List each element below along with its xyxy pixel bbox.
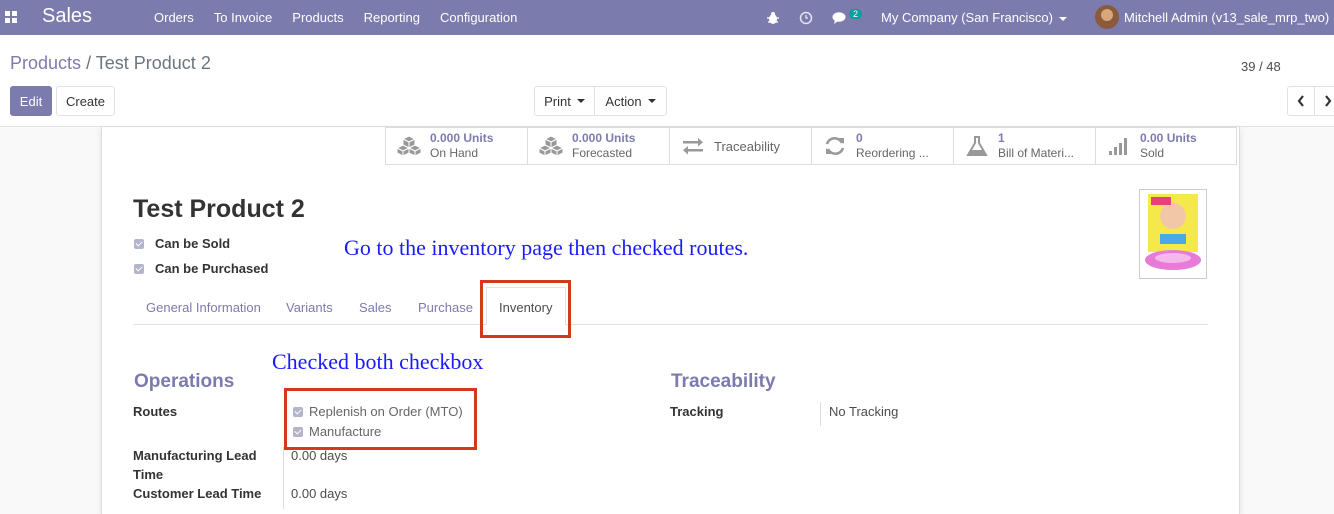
tab-variants[interactable]: Variants [286, 300, 333, 315]
app-name[interactable]: Sales [42, 5, 92, 28]
action-button[interactable]: Action [594, 86, 667, 116]
main-menu: Orders To Invoice Products Reporting Con… [154, 10, 537, 25]
forecasted-button[interactable]: 0.000 Units Forecasted [527, 128, 669, 165]
field-divider [283, 447, 284, 509]
tab-general-information[interactable]: General Information [146, 300, 261, 315]
product-image[interactable] [1139, 189, 1207, 279]
reordering-button[interactable]: 0 Reordering ... [811, 128, 953, 165]
reordering-value: 0 [856, 131, 863, 145]
sold-button[interactable]: 0.00 Units Sold [1095, 128, 1237, 165]
pager-value[interactable]: 39 / 48 [1241, 59, 1281, 74]
control-panel: Products / Test Product 2 [0, 35, 1334, 127]
cubes-icon [396, 135, 422, 157]
can-be-sold-checkbox[interactable] [134, 238, 144, 249]
clock-icon[interactable] [799, 0, 813, 35]
customer-lead-time-value[interactable]: 0.00 days [291, 486, 347, 501]
highlight-box-routes [284, 388, 477, 450]
pager-previous-button[interactable] [1287, 86, 1315, 116]
on-hand-label: On Hand [430, 146, 479, 160]
breadcrumb-separator: / [86, 53, 92, 73]
company-switcher[interactable]: My Company (San Francisco) [881, 10, 1067, 25]
cubes-icon [538, 135, 564, 157]
menu-reporting[interactable]: Reporting [364, 10, 420, 25]
menu-to-invoice[interactable]: To Invoice [214, 10, 273, 25]
apps-grid-icon[interactable] [5, 11, 17, 23]
manufacturing-lead-time-label: Manufacturing Lead Time [133, 448, 257, 482]
tab-sales[interactable]: Sales [359, 300, 392, 315]
breadcrumb: Products / Test Product 2 [10, 53, 211, 74]
company-name: My Company (San Francisco) [881, 10, 1053, 25]
manufacturing-lead-time-value[interactable]: 0.00 days [291, 448, 347, 463]
on-hand-button[interactable]: 0.000 Units On Hand [385, 128, 527, 165]
traceability-title: Traceability [671, 371, 776, 392]
sold-label: Sold [1140, 146, 1165, 160]
sold-value: 0.00 Units [1140, 131, 1197, 145]
chevron-right-icon [1325, 95, 1332, 107]
messages-badge: 2 [849, 8, 863, 19]
avatar[interactable] [1095, 5, 1119, 29]
traceability-label: Traceability [714, 138, 780, 154]
bug-icon[interactable] [766, 0, 780, 35]
field-divider [820, 402, 821, 426]
top-navbar: Sales Orders To Invoice Products Reporti… [0, 0, 1334, 35]
can-be-purchased-checkbox[interactable] [134, 263, 144, 274]
can-be-sold-row: Can be Sold [134, 236, 230, 251]
highlight-box-inventory-tab [480, 280, 571, 338]
chevron-down-icon [576, 99, 585, 103]
traceability-button[interactable]: Traceability [669, 128, 811, 165]
operations-title: Operations [134, 371, 235, 392]
can-be-purchased-row: Can be Purchased [134, 261, 268, 276]
reordering-label: Reordering ... [856, 146, 929, 160]
print-button[interactable]: Print [534, 86, 595, 116]
pager-next-button[interactable] [1314, 86, 1334, 116]
bom-label: Bill of Materi... [998, 146, 1075, 160]
chevron-down-icon [647, 99, 656, 103]
breadcrumb-parent[interactable]: Products [10, 53, 81, 73]
signal-icon [1109, 138, 1127, 155]
menu-configuration[interactable]: Configuration [440, 10, 517, 25]
tracking-label: Tracking [670, 404, 724, 419]
tab-purchase[interactable]: Purchase [418, 300, 473, 315]
chat-icon[interactable]: 2 [832, 0, 863, 35]
menu-orders[interactable]: Orders [154, 10, 194, 25]
tracking-value[interactable]: No Tracking [829, 404, 898, 419]
forecasted-value: 0.000 Units [572, 131, 636, 145]
annotation-inventory-note: Go to the inventory page then checked ro… [344, 235, 749, 260]
forecasted-label: Forecasted [572, 146, 633, 160]
product-photo [1145, 194, 1201, 270]
product-name[interactable]: Test Product 2 [133, 195, 305, 224]
flask-icon [966, 136, 988, 156]
tab-underline [133, 324, 1208, 325]
edit-button[interactable]: Edit [10, 86, 52, 116]
chevron-left-icon [1297, 95, 1304, 107]
user-name[interactable]: Mitchell Admin (v13_sale_mrp_two) [1124, 10, 1329, 25]
chevron-down-icon [1058, 16, 1067, 21]
annotation-checkbox-note: Checked both checkbox [272, 349, 484, 374]
can-be-purchased-label: Can be Purchased [155, 261, 269, 276]
exchange-icon [683, 138, 703, 155]
customer-lead-time-label: Customer Lead Time [133, 486, 262, 501]
can-be-sold-label: Can be Sold [155, 236, 231, 251]
bom-value: 1 [998, 131, 1005, 145]
menu-products[interactable]: Products [292, 10, 343, 25]
routes-label: Routes [133, 404, 178, 419]
print-label: Print [544, 93, 571, 109]
create-button[interactable]: Create [56, 86, 115, 116]
bom-button[interactable]: 1 Bill of Materi... [953, 128, 1095, 165]
on-hand-value: 0.000 Units [430, 131, 494, 145]
smart-button-box: 0.000 Units On Hand 0.000 Units Forecasted… [385, 127, 1237, 165]
action-label: Action [605, 93, 642, 109]
refresh-icon [825, 137, 845, 155]
breadcrumb-current: Test Product 2 [95, 53, 211, 73]
